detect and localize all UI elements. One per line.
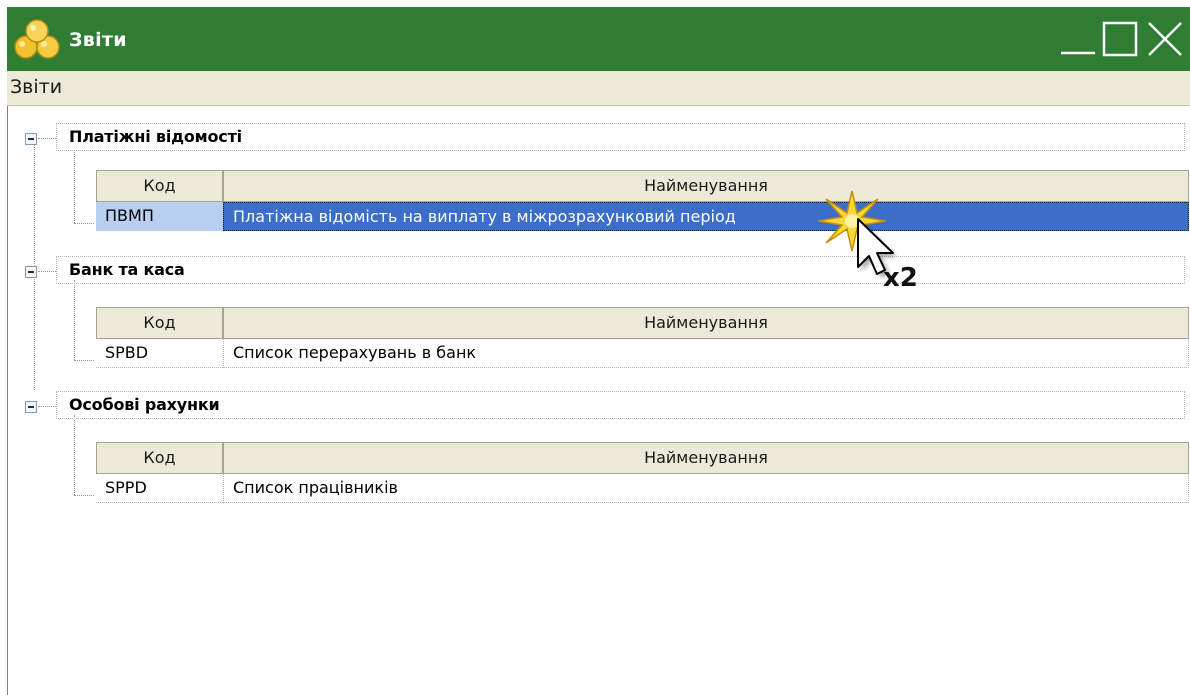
window-title: Звіти [69, 29, 127, 51]
tree-line [74, 223, 94, 224]
title-bar[interactable]: Звіти [7, 7, 1190, 71]
row-name[interactable]: Список працівників [223, 474, 1189, 503]
column-header-name[interactable]: Найменування [223, 307, 1189, 339]
tree-line [38, 271, 56, 272]
row-name[interactable]: Платіжна відомість на виплату в міжрозра… [223, 202, 1189, 231]
column-header-code[interactable]: Код [96, 307, 223, 339]
tree-line [38, 138, 56, 139]
reports-table: Код Найменування SPBD Список перерахуван… [96, 307, 1189, 368]
tree-line [74, 495, 94, 496]
column-header-code[interactable]: Код [96, 170, 223, 202]
column-header-name[interactable]: Найменування [223, 170, 1189, 202]
minimize-icon[interactable] [1057, 19, 1097, 59]
reports-table: Код Найменування ПВМП Платіжна відомість… [96, 170, 1189, 231]
collapse-icon[interactable] [25, 133, 37, 145]
group-header[interactable] [56, 256, 1185, 284]
tree-line [74, 150, 75, 223]
reports-tree: Платіжні відомості Код Найменування ПВМП… [7, 106, 1190, 695]
reports-window: Звіти Звіти Платіжні відомості Код Найме… [7, 7, 1190, 695]
collapse-icon[interactable] [25, 266, 37, 278]
app-logo-icon [14, 19, 60, 59]
reports-table: Код Найменування SPPD Список працівників [96, 442, 1189, 503]
menu-item-reports[interactable]: Звіти [10, 76, 62, 98]
close-icon[interactable] [1145, 19, 1185, 59]
row-code[interactable]: ПВМП [96, 202, 223, 231]
row-code[interactable]: SPPD [96, 474, 223, 503]
tree-line [74, 415, 75, 495]
row-name[interactable]: Список перерахувань в банк [223, 339, 1189, 368]
column-header-name[interactable]: Найменування [223, 442, 1189, 474]
group-title: Особові рахунки [69, 395, 220, 414]
menu-bar: Звіти [7, 71, 1190, 106]
row-code[interactable]: SPBD [96, 339, 223, 368]
tree-line [38, 406, 56, 407]
group-header[interactable] [56, 391, 1185, 419]
group-title: Платіжні відомості [69, 127, 242, 146]
tree-line [74, 280, 75, 360]
group-title: Банк та каса [69, 260, 185, 279]
tree-line [74, 360, 94, 361]
maximize-icon[interactable] [1101, 19, 1141, 59]
column-header-code[interactable]: Код [96, 442, 223, 474]
collapse-icon[interactable] [25, 401, 37, 413]
double-click-label: x2 [883, 263, 918, 293]
